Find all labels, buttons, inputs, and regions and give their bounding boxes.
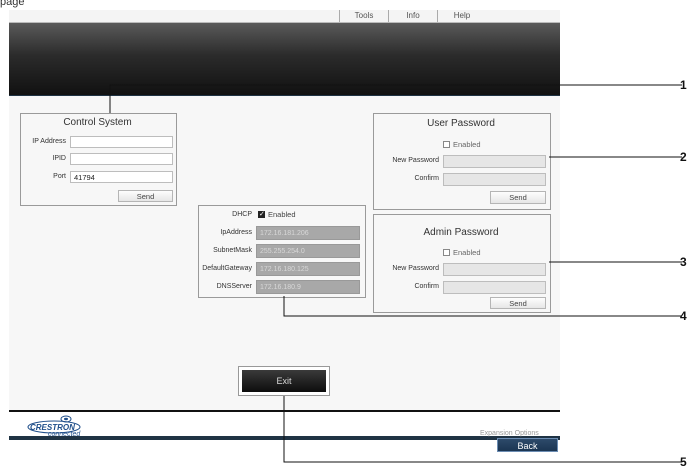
- callout-1: 1: [680, 78, 687, 92]
- callout-lines: [109, 84, 682, 463]
- callout-3: 3: [680, 255, 687, 269]
- callout-5: 5: [680, 455, 687, 469]
- callout-4: 4: [680, 309, 687, 323]
- callout-2: 2: [680, 150, 687, 164]
